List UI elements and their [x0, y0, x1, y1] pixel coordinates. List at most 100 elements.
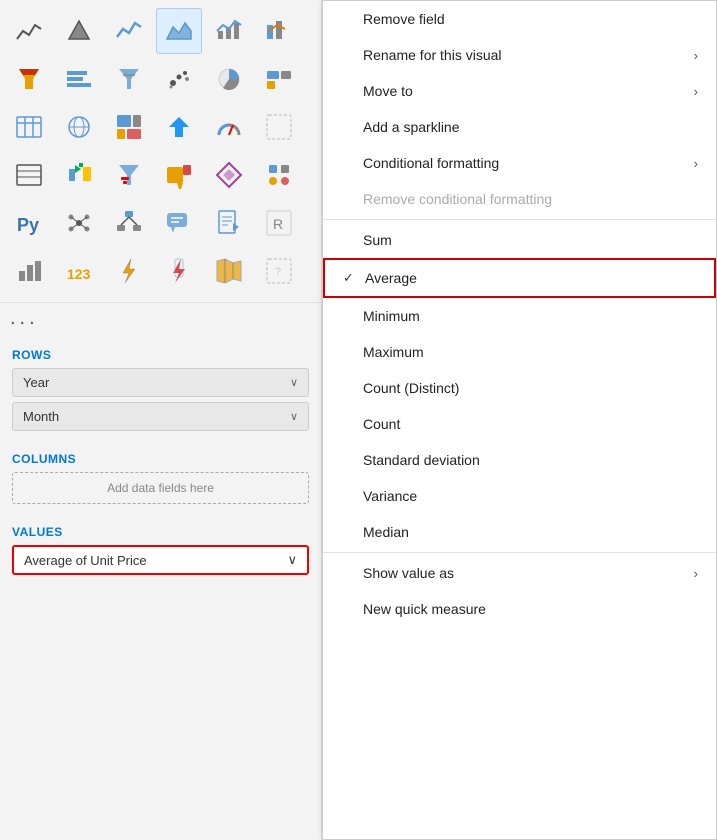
svg-text:R: R — [273, 216, 283, 232]
field-average-unit-price[interactable]: Average of Unit Price ∨ — [12, 545, 309, 575]
left-panel: Py — [0, 0, 322, 840]
chart-icon-network[interactable] — [56, 200, 102, 246]
svg-text:123: 123 — [67, 266, 91, 282]
menu-item-variance[interactable]: Variance — [323, 478, 716, 514]
chart-icon-pie[interactable] — [206, 56, 252, 102]
columns-section: Columns Add data fields here — [0, 442, 321, 515]
field-month[interactable]: Month ∨ — [12, 402, 309, 431]
checkmark-show-value — [341, 566, 355, 581]
chart-icon-lightning[interactable] — [106, 248, 152, 294]
chart-icon-diamond[interactable] — [206, 152, 252, 198]
menu-label-move-to: Move to — [363, 83, 413, 99]
chevron-down-icon-month: ∨ — [290, 410, 298, 423]
menu-item-count-distinct[interactable]: Count (Distinct) — [323, 370, 716, 406]
checkmark-quick-measure — [341, 602, 355, 617]
chart-icon-table[interactable] — [6, 104, 52, 150]
menu-label-sum: Sum — [363, 232, 392, 248]
columns-label: Columns — [12, 452, 309, 466]
checkmark-minimum — [341, 309, 355, 324]
chart-icon-combo[interactable] — [206, 8, 252, 54]
menu-item-remove-conditional: Remove conditional formatting — [323, 181, 716, 217]
menu-item-conditional-formatting[interactable]: Conditional formatting › — [323, 145, 716, 181]
chart-icon-filter[interactable] — [106, 56, 152, 102]
field-month-label: Month — [23, 409, 59, 424]
chart-icon-funnel-color[interactable] — [6, 56, 52, 102]
menu-item-sum[interactable]: Sum — [323, 222, 716, 258]
checkmark-remove-field — [341, 12, 355, 27]
icons-grid: Py — [0, 0, 321, 303]
chart-icon-more[interactable] — [256, 8, 302, 54]
chart-icon-list[interactable] — [6, 152, 52, 198]
arrow-cond-fmt: › — [694, 156, 698, 171]
menu-label-conditional-formatting: Conditional formatting — [363, 155, 499, 171]
chart-icon-kpi[interactable] — [56, 152, 102, 198]
menu-item-show-value-as[interactable]: Show value as › — [323, 555, 716, 591]
chart-icon-extra[interactable] — [256, 152, 302, 198]
chart-icon-placeholder[interactable] — [256, 104, 302, 150]
menu-label-variance: Variance — [363, 488, 417, 504]
chart-icon-scatter[interactable] — [156, 56, 202, 102]
chart-icon-area[interactable] — [156, 8, 202, 54]
chart-icon-warning[interactable] — [156, 248, 202, 294]
chart-icon-line2[interactable] — [106, 8, 152, 54]
menu-item-maximum[interactable]: Maximum — [323, 334, 716, 370]
checkmark-std-dev — [341, 453, 355, 468]
values-section: Values Average of Unit Price ∨ — [0, 515, 321, 586]
chart-icon-map[interactable] — [206, 248, 252, 294]
menu-label-remove-conditional: Remove conditional formatting — [363, 191, 552, 207]
chart-icon-gauge[interactable] — [206, 104, 252, 150]
rows-label: Rows — [12, 348, 309, 362]
menu-label-average: Average — [365, 270, 417, 286]
checkmark-count-distinct — [341, 381, 355, 396]
checkmark-sum — [341, 233, 355, 248]
chart-icon-number[interactable]: 123 — [56, 248, 102, 294]
checkmark-rm-cond — [341, 192, 355, 207]
menu-item-count[interactable]: Count — [323, 406, 716, 442]
arrow-show-value: › — [694, 566, 698, 581]
chart-icon-arrow[interactable] — [156, 104, 202, 150]
add-data-fields-placeholder[interactable]: Add data fields here — [12, 472, 309, 504]
chart-icon-more2[interactable] — [256, 56, 302, 102]
chart-icon-python[interactable]: Py — [6, 200, 52, 246]
menu-item-std-dev[interactable]: Standard deviation — [323, 442, 716, 478]
menu-item-remove-field[interactable]: Remove field — [323, 1, 716, 37]
menu-label-add-sparkline: Add a sparkline — [363, 119, 460, 135]
menu-item-move-to[interactable]: Move to › — [323, 73, 716, 109]
chart-icon-bar[interactable] — [56, 56, 102, 102]
chart-icon-treemap[interactable] — [106, 104, 152, 150]
menu-item-median[interactable]: Median — [323, 514, 716, 550]
field-year[interactable]: Year ∨ — [12, 368, 309, 397]
checkmark-average: ✓ — [343, 270, 357, 286]
menu-item-rename-visual[interactable]: Rename for this visual › — [323, 37, 716, 73]
menu-label-count: Count — [363, 416, 400, 432]
chart-icon-map-pin[interactable] — [156, 152, 202, 198]
more-visuals-dots[interactable]: ... — [0, 303, 321, 338]
checkmark-variance — [341, 489, 355, 504]
chart-icon-r[interactable]: R — [256, 200, 302, 246]
field-year-label: Year — [23, 375, 49, 390]
chart-icon-line[interactable] — [6, 8, 52, 54]
checkmark-maximum — [341, 345, 355, 360]
chart-icon-placeholder2[interactable]: ? — [256, 248, 302, 294]
chart-icon-chat[interactable] — [156, 200, 202, 246]
menu-label-show-value-as: Show value as — [363, 565, 454, 581]
menu-item-average[interactable]: ✓ Average — [323, 258, 716, 298]
chart-icon-filter2[interactable] — [106, 152, 152, 198]
chevron-down-icon: ∨ — [290, 376, 298, 389]
menu-item-new-quick-measure[interactable]: New quick measure — [323, 591, 716, 627]
menu-label-minimum: Minimum — [363, 308, 420, 324]
menu-label-count-distinct: Count (Distinct) — [363, 380, 459, 396]
svg-text:?: ? — [275, 266, 281, 278]
field-average-unit-price-label: Average of Unit Price — [24, 553, 147, 568]
chart-icon-decomp[interactable] — [106, 200, 152, 246]
menu-item-add-sparkline[interactable]: Add a sparkline — [323, 109, 716, 145]
chart-icon-bar2[interactable] — [6, 248, 52, 294]
context-menu: Remove field Rename for this visual › Mo… — [322, 0, 717, 840]
chart-icon-globe[interactable] — [56, 104, 102, 150]
chart-icon-paginated[interactable] — [206, 200, 252, 246]
chart-icon-mountain[interactable] — [56, 8, 102, 54]
menu-label-remove-field: Remove field — [363, 11, 445, 27]
checkmark-rename — [341, 48, 355, 63]
arrow-rename: › — [694, 48, 698, 63]
menu-item-minimum[interactable]: Minimum — [323, 298, 716, 334]
